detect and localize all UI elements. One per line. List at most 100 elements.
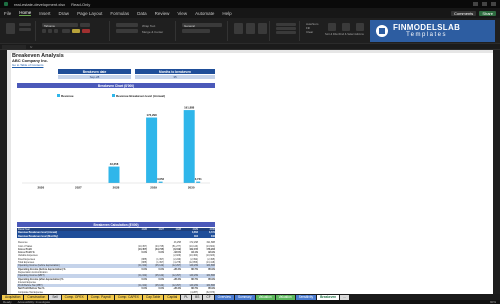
tab-formulas[interactable]: Formulas <box>110 11 129 16</box>
tab-draw[interactable]: Draw <box>59 11 70 16</box>
styles-group <box>232 21 270 41</box>
bold-icon[interactable] <box>42 29 46 33</box>
tab-insert[interactable]: Insert <box>39 11 50 16</box>
tab-review[interactable]: Review <box>155 11 170 16</box>
chart-title-bar: Breakeven Chart ($'000) <box>17 83 215 88</box>
add-ins-icon[interactable] <box>356 23 364 31</box>
italic-icon[interactable] <box>48 29 52 33</box>
comments-button[interactable]: Comments <box>450 10 477 16</box>
sheet-tab-cf[interactable]: CF <box>203 294 214 300</box>
clear-button[interactable]: Clear <box>306 30 313 34</box>
align-top-icons[interactable] <box>116 23 138 27</box>
months-to-breakeven-label: Months to breakeven <box>135 69 215 74</box>
tab-file[interactable]: File <box>4 11 11 16</box>
months-to-breakeven-value: 35 <box>135 75 215 79</box>
wrap-text-button[interactable]: Wrap Text <box>142 24 155 28</box>
sheet-tab-valuation[interactable]: Valuation <box>275 294 295 300</box>
conditional-formatting-icon[interactable] <box>234 23 243 34</box>
sheet-tab-comp-opex[interactable]: Comp. OPEX <box>61 294 87 300</box>
tab-help[interactable]: Help <box>222 11 231 16</box>
sheet-tab-comp-capex[interactable]: Comp. CAPEX <box>114 294 142 300</box>
accessibility-status[interactable]: Accessibility: Investigate <box>18 300 51 304</box>
font-group: Tahoma <box>40 21 110 41</box>
merge-center-button[interactable]: Merge & Center <box>142 30 163 34</box>
font-color-icon[interactable] <box>82 29 90 33</box>
sort-filter-icon[interactable] <box>328 23 336 31</box>
sheet-tab--[interactable]: ... <box>340 294 349 300</box>
font-size-select[interactable] <box>80 23 90 27</box>
cut-icon[interactable] <box>19 23 31 26</box>
insert-cells-icon[interactable] <box>276 23 296 26</box>
row-headers[interactable] <box>7 53 11 294</box>
borders-icon[interactable] <box>62 29 70 33</box>
tab-automate[interactable]: Automate <box>195 11 214 16</box>
fill-color-icon[interactable] <box>72 29 80 33</box>
format-as-table-icon[interactable] <box>246 23 255 34</box>
number-group: General <box>180 21 228 41</box>
legend-swatch-1 <box>112 94 115 97</box>
copy-icon[interactable] <box>19 28 31 31</box>
find-select-icon[interactable] <box>342 23 350 31</box>
name-box[interactable] <box>2 45 26 49</box>
bar-breakeven-2029 <box>158 181 163 183</box>
status-text: Ready <box>3 300 12 304</box>
sheet-tab-sensitivity[interactable]: Sensitivity <box>295 294 317 300</box>
legend-swatch-0 <box>57 94 60 97</box>
sheet-tab-acquisition[interactable]: Acquisition <box>2 294 24 300</box>
underline-icon[interactable] <box>54 29 58 33</box>
maximize-icon[interactable] <box>482 2 487 6</box>
legend-label-1: Revenue Breakeven level (Annual) <box>116 94 165 98</box>
sheet-tab-capital[interactable]: Capital <box>164 294 181 300</box>
breakeven-date-label: Breakeven date <box>58 69 131 74</box>
delete-cells-icon[interactable] <box>276 27 296 30</box>
sheet-tab-construction[interactable]: Construction <box>24 294 49 300</box>
breakeven-date-value: Sep-28 <box>58 75 131 79</box>
clipboard-group <box>2 21 36 41</box>
logo-line1: FINMODELSLAB <box>393 23 461 32</box>
find-select-label: Find & Select <box>339 33 355 36</box>
legend-label-0: Revenue <box>61 94 74 98</box>
sheet-tab-overview[interactable]: Overview <box>214 294 234 300</box>
excel-app-icon <box>4 2 8 6</box>
number-format-icons[interactable] <box>182 29 210 33</box>
sheet-tab-valuation[interactable]: Valuation <box>255 294 275 300</box>
data-label-revenue-2028: 43,258 <box>110 162 119 166</box>
toc-link[interactable]: Go to Table of Contents <box>12 63 43 67</box>
x-tick-2027: 2027 <box>75 186 82 190</box>
sheet-tab-bs[interactable]: BS <box>192 294 203 300</box>
sheet-tab-cap-table[interactable]: Cap.Table <box>142 294 164 300</box>
sheet-tab-comp-payroll[interactable]: Comp. Payroll <box>87 294 114 300</box>
bar-revenue-2030 <box>183 110 195 183</box>
tab-page-layout[interactable]: Page Layout <box>77 11 102 16</box>
sheet-tab-pl[interactable]: PL <box>181 294 192 300</box>
x-tick-2028: 2028 <box>113 186 120 190</box>
format-cells-icon[interactable] <box>276 31 296 34</box>
sheet-tab-sell[interactable]: Sell <box>49 294 61 300</box>
tab-view[interactable]: View <box>177 11 187 16</box>
breakeven-chart: Revenue Revenue Breakeven level (Annual) … <box>22 94 210 190</box>
cell-styles-icon[interactable] <box>258 23 267 34</box>
logo-line2: Templates <box>406 32 447 38</box>
zoom-level[interactable]: 90% <box>490 300 500 304</box>
status-bar: Ready Accessibility: Investigate 90% <box>0 300 500 304</box>
fx-icon[interactable]: fx <box>30 45 32 49</box>
x-tick-2029: 2029 <box>150 186 157 190</box>
column-headers[interactable] <box>7 50 493 53</box>
tab-data[interactable]: Data <box>137 11 147 16</box>
tab-home[interactable]: Home <box>19 10 32 16</box>
sheet-tab-breakeven[interactable]: Breakeven <box>317 294 340 300</box>
data-label-breakeven-2029: 3,652 <box>157 177 164 181</box>
data-label-revenue-2029: 172,298 <box>147 113 158 117</box>
share-button[interactable]: Share <box>479 10 496 16</box>
data-label-revenue-2030: 191,888 <box>184 106 195 110</box>
sheet-tab-summary[interactable]: Summary <box>234 294 255 300</box>
sort-filter-label: Sort & Filter <box>325 33 339 36</box>
read-only-indicator: Read-Only <box>71 1 91 7</box>
worksheet[interactable]: Breakeven Analysis ABC Company Inc. Go t… <box>7 50 493 294</box>
close-icon[interactable] <box>491 2 496 6</box>
editing-group: AutoSum Fill Clear Sort & Filter Find & … <box>304 21 368 41</box>
finmodelslab-logo: FINMODELSLAB Templates <box>370 20 495 42</box>
align-left-icons[interactable] <box>116 29 138 33</box>
paste-icon[interactable] <box>6 23 15 34</box>
minimize-icon[interactable] <box>473 2 478 6</box>
